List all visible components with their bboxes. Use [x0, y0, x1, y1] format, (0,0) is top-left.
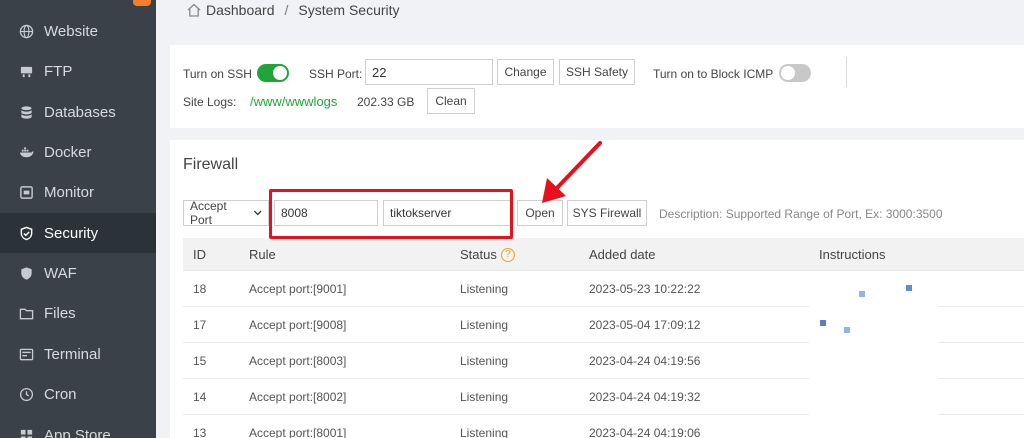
header-added-date: Added date	[589, 247, 656, 262]
sidebar-item-waf[interactable]: WAF	[0, 253, 156, 293]
sidebar-item-monitor[interactable]: Monitor	[0, 172, 156, 212]
port-range-description: Description: Supported Range of Port, Ex…	[659, 207, 943, 221]
block-icmp-label: Turn on to Block ICMP	[653, 67, 774, 81]
ssh-port-input[interactable]: 22	[365, 59, 493, 85]
header-instructions: Instructions	[819, 247, 886, 262]
waf-shield-icon	[18, 265, 34, 281]
ssh-settings-panel: Turn on SSH SSH Port: 22 Change SSH Safe…	[170, 45, 1024, 128]
block-icmp-toggle[interactable]	[779, 64, 811, 82]
cell-id: 15	[193, 354, 207, 368]
header-id: ID	[193, 247, 206, 262]
ftp-icon	[18, 63, 34, 79]
redaction-mask	[809, 272, 939, 438]
terminal-icon	[18, 346, 34, 362]
cell-date: 2023-04-24 04:19:56	[589, 354, 701, 368]
notification-badge[interactable]	[133, 0, 151, 6]
cell-status: Listening	[460, 354, 509, 368]
sidebar-item-label: Monitor	[44, 183, 95, 201]
cell-status: Listening	[460, 282, 509, 296]
breadcrumb-separator: /	[284, 2, 289, 18]
clean-button[interactable]: Clean	[427, 88, 475, 114]
open-button[interactable]: Open	[517, 200, 563, 226]
site-logs-size: 202.33 GB	[357, 95, 415, 109]
docker-icon	[18, 144, 34, 160]
monitor-icon	[18, 184, 34, 200]
firewall-panel: Firewall Accept Port 8008 tiktokserver O…	[170, 140, 1024, 438]
redaction-dot	[906, 285, 912, 291]
cell-date: 2023-05-23 10:22:22	[589, 282, 701, 296]
cell-rule: Accept port:[9008]	[249, 318, 347, 332]
action-select-value: Accept Port	[190, 199, 227, 227]
sidebar-item-label: WAF	[44, 264, 77, 282]
divider	[846, 57, 847, 87]
highlight-box	[269, 189, 513, 239]
turn-on-ssh-label: Turn on SSH	[183, 67, 252, 81]
cell-status: Listening	[460, 426, 509, 438]
header-rule: Rule	[249, 247, 276, 262]
ssh-toggle[interactable]	[257, 64, 289, 82]
folder-icon	[18, 305, 34, 321]
sidebar-item-label: App Store	[44, 426, 111, 438]
breadcrumb-home[interactable]: Dashboard	[206, 2, 275, 18]
firewall-title: Firewall	[183, 156, 239, 173]
sidebar-item-security[interactable]: Security	[0, 213, 156, 253]
sidebar-item-databases[interactable]: Databases	[0, 92, 156, 132]
breadcrumb-current: System Security	[298, 2, 400, 18]
ssh-port-label: SSH Port:	[309, 67, 363, 81]
cell-rule: Accept port:[9001]	[249, 282, 347, 296]
sidebar-item-app-store[interactable]: App Store	[0, 415, 156, 438]
cell-date: 2023-05-04 17:09:12	[589, 318, 701, 332]
site-logs-label: Site Logs:	[183, 95, 237, 109]
action-select[interactable]: Accept Port	[183, 199, 269, 227]
sidebar-item-label: FTP	[44, 62, 73, 80]
cell-rule: Accept port:[8002]	[249, 390, 347, 404]
chevron-down-icon	[253, 210, 262, 216]
sidebar-item-label: Cron	[44, 385, 77, 403]
header-status-label: Status	[460, 247, 497, 262]
redaction-dot	[820, 320, 826, 326]
cell-date: 2023-04-24 04:19:06	[589, 426, 701, 438]
sidebar-item-files[interactable]: Files	[0, 293, 156, 333]
database-icon	[18, 104, 34, 120]
home-icon	[187, 3, 201, 17]
sidebar-item-label: Terminal	[44, 345, 101, 363]
help-icon[interactable]: ?	[500, 247, 515, 262]
cell-date: 2023-04-24 04:19:32	[589, 390, 701, 404]
ssh-safety-button[interactable]: SSH Safety	[559, 59, 635, 85]
cell-rule: Accept port:[8003]	[249, 354, 347, 368]
clock-icon	[18, 386, 34, 402]
sidebar-item-docker[interactable]: Docker	[0, 132, 156, 172]
sidebar-item-label: Security	[44, 224, 99, 242]
sidebar-item-terminal[interactable]: Terminal	[0, 334, 156, 374]
sidebar-item-website[interactable]: Website	[0, 11, 156, 51]
grid-icon	[18, 427, 34, 438]
sidebar: Website FTP Databases Docker Monitor Sec…	[0, 0, 156, 438]
redaction-dot	[859, 291, 865, 297]
shield-icon	[18, 225, 34, 241]
cell-status: Listening	[460, 318, 509, 332]
cell-id: 14	[193, 390, 207, 404]
sidebar-item-cron[interactable]: Cron	[0, 374, 156, 414]
sidebar-item-label: Website	[44, 22, 98, 40]
sidebar-item-label: Files	[44, 304, 76, 322]
sys-firewall-button[interactable]: SYS Firewall	[567, 200, 647, 226]
redaction-dot	[844, 327, 850, 333]
sidebar-item-label: Docker	[44, 143, 92, 161]
cell-rule: Accept port:[8001]	[249, 426, 347, 438]
globe-icon	[18, 23, 34, 39]
cell-status: Listening	[460, 390, 509, 404]
sidebar-item-ftp[interactable]: FTP	[0, 51, 156, 91]
cell-id: 13	[193, 426, 207, 438]
cell-id: 17	[193, 318, 207, 332]
breadcrumb: Dashboard / System Security	[186, 0, 400, 20]
sidebar-item-label: Databases	[44, 103, 116, 121]
cell-id: 18	[193, 282, 207, 296]
header-status: Status ?	[460, 238, 515, 271]
table-header: ID Rule Status ? Added date Instructions	[183, 238, 1024, 271]
change-button[interactable]: Change	[497, 59, 554, 85]
site-logs-path-link[interactable]: /www/wwwlogs	[250, 94, 337, 109]
